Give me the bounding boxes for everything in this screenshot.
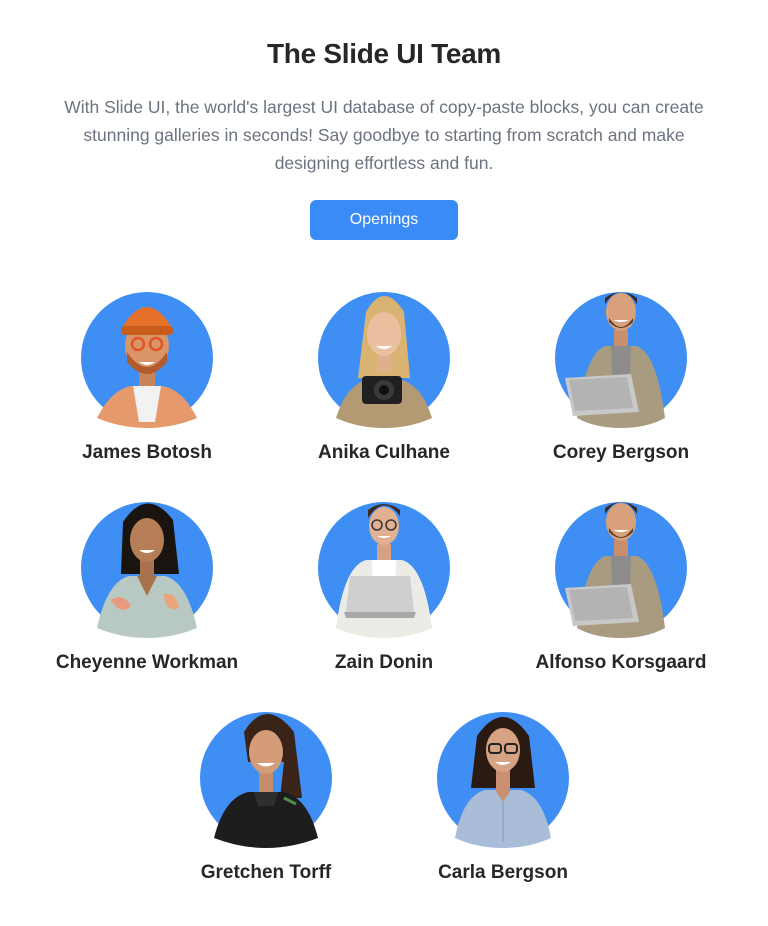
member-avatar	[437, 702, 569, 850]
member-name: Carla Bergson	[438, 862, 568, 883]
member-name: Cheyenne Workman	[55, 652, 239, 673]
team-member-card: Anika Culhane	[264, 282, 504, 472]
member-name: Corey Bergson	[552, 442, 690, 463]
member-name: Gretchen Torff	[200, 862, 332, 883]
member-avatar	[318, 492, 450, 640]
member-avatar	[200, 702, 332, 850]
member-avatar	[318, 282, 450, 430]
man-laptop-jacket-portrait-icon	[555, 502, 687, 638]
team-member-card: Corey Bergson	[501, 282, 741, 472]
team-member-card: Carla Bergson	[383, 702, 623, 892]
member-avatar	[555, 492, 687, 640]
page-title: The Slide UI Team	[267, 38, 501, 69]
team-member-card: Alfonso Korsgaard	[501, 492, 741, 682]
woman-camera-portrait-icon	[318, 292, 450, 428]
man-glasses-laptop-portrait-icon	[318, 502, 450, 638]
team-member-card: Cheyenne Workman	[27, 492, 267, 682]
team-member-card: Zain Donin	[264, 492, 504, 682]
team-member-card: Gretchen Torff	[146, 702, 386, 892]
member-name: James Botosh	[82, 442, 212, 463]
man-laptop-jacket-portrait-icon	[555, 292, 687, 428]
member-avatar	[81, 492, 213, 640]
woman-black-jacket-portrait-icon	[200, 712, 332, 848]
member-avatar	[81, 282, 213, 430]
team-member-card: James Botosh	[27, 282, 267, 472]
member-name: Anika Culhane	[318, 442, 450, 463]
man-beanie-glasses-portrait-icon	[81, 292, 213, 428]
member-avatar	[555, 282, 687, 430]
page-description: With Slide UI, the world's largest UI da…	[64, 97, 704, 173]
member-name: Zain Donin	[334, 652, 434, 673]
openings-button[interactable]: Openings	[310, 200, 458, 240]
woman-glasses-shirt-portrait-icon	[437, 712, 569, 848]
woman-floral-shirt-portrait-icon	[81, 502, 213, 638]
member-name: Alfonso Korsgaard	[535, 652, 707, 673]
